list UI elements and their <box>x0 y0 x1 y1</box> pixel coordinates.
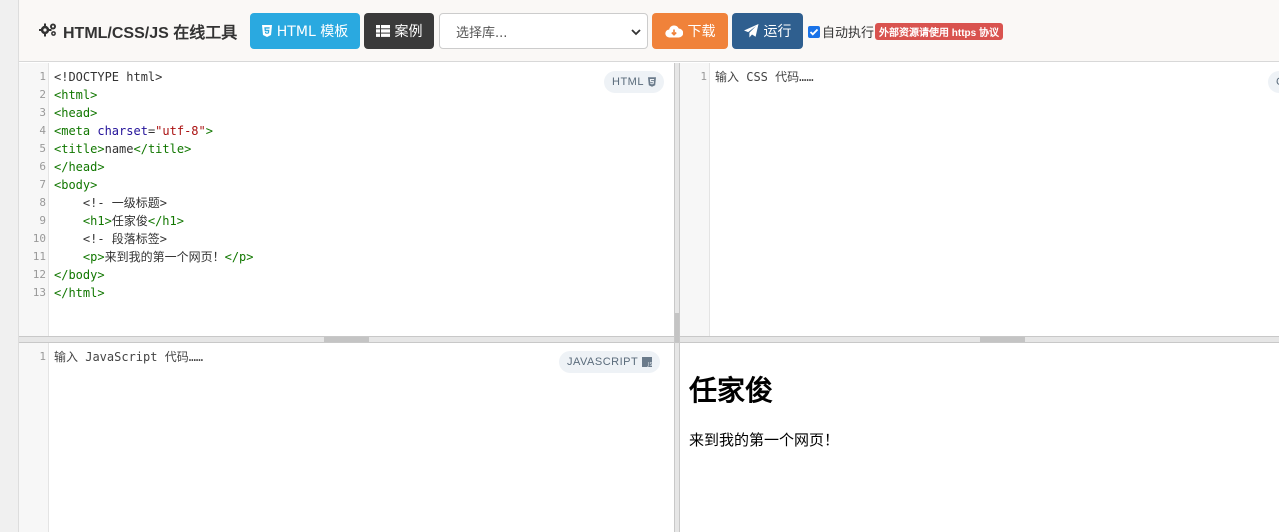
cases-button[interactable]: 案例 <box>364 13 434 49</box>
js-icon: JS <box>642 357 653 367</box>
auto-run-label: 自动执行 <box>822 26 875 41</box>
code-line[interactable]: <html> <box>54 86 254 104</box>
code-line[interactable]: <!- 段落标签> <box>54 230 254 248</box>
line-number-gutter: 1 <box>680 63 710 336</box>
splitter-handle[interactable] <box>980 337 1025 342</box>
html-code-area[interactable]: <!DOCTYPE html> <html> <head> <meta charset… <box>54 68 254 302</box>
line-number: 1 <box>39 70 46 83</box>
splitter-handle[interactable] <box>675 313 679 343</box>
horizontal-splitter-right[interactable] <box>680 336 1279 343</box>
js-placeholder[interactable]: 输入 JavaScript 代码…… <box>54 348 203 366</box>
line-number-gutter: 1 <box>19 343 49 532</box>
html5-icon <box>261 25 272 37</box>
preview-pane: 任家俊 来到我的第一个网页！ <box>680 343 1279 532</box>
line-number: 4 <box>39 124 46 137</box>
code-line[interactable]: <title>name</title> <box>54 140 254 158</box>
download-label: 下载 <box>687 24 716 40</box>
code-line[interactable]: <h1>任家俊</h1> <box>54 212 254 230</box>
run-label: 运行 <box>763 24 792 40</box>
line-number: 1 <box>39 350 46 363</box>
html-template-button[interactable]: HTML 模板 <box>250 13 360 49</box>
code-line[interactable]: </html> <box>54 284 254 302</box>
code-line[interactable]: <meta charset="utf-8"> <box>54 122 254 140</box>
code-line[interactable]: <head> <box>54 104 254 122</box>
table-icon <box>375 25 390 37</box>
paper-plane-icon <box>743 24 759 38</box>
html-lang-label: HTML <box>612 76 644 88</box>
run-button[interactable]: 运行 <box>732 13 803 49</box>
preview-heading: 任家俊 <box>689 374 774 407</box>
splitter-handle[interactable] <box>324 337 369 342</box>
preview-paragraph: 来到我的第一个网页！ <box>689 431 840 449</box>
js-lang-label: JAVASCRIPT <box>567 356 639 368</box>
line-number: 10 <box>32 232 46 245</box>
auto-run-toggle: 自动执行 外部资源请使用 https 协议 <box>808 22 1004 41</box>
line-number: 6 <box>39 160 46 173</box>
line-number: 8 <box>39 196 46 209</box>
library-select-value: 选择库... <box>456 25 508 41</box>
line-number: 13 <box>32 286 46 299</box>
cases-label: 案例 <box>394 24 423 40</box>
line-number: 1 <box>700 70 707 83</box>
code-line[interactable]: <p>来到我的第一个网页！</p> <box>54 248 254 266</box>
line-numbers: 1 <box>19 348 46 366</box>
html-editor-pane[interactable]: 1 2 3 4 5 6 7 8 9 10 11 12 13 <!DOCTYPE html> <html> <… <box>19 63 674 336</box>
cloud-download-icon <box>664 24 683 38</box>
html-lang-chip[interactable]: HTML <box>604 71 664 93</box>
line-number: 5 <box>39 142 46 155</box>
chevron-down-icon <box>631 26 641 41</box>
toolbar: HTML/CSS/JS 在线工具 HTML 模板 案例 选择库... 下载 运行… <box>19 0 1279 62</box>
code-line[interactable]: <!- 一级标题> <box>54 194 254 212</box>
https-notice-badge: 外部资源请使用 https 协议 <box>875 23 1004 40</box>
library-select[interactable]: 选择库... <box>439 13 648 49</box>
css-editor-pane[interactable]: 1 输入 CSS 代码…… C <box>680 63 1279 336</box>
code-line[interactable]: </body> <box>54 266 254 284</box>
line-number: 11 <box>32 250 46 263</box>
js-lang-chip[interactable]: JAVASCRIPT JS <box>559 351 661 373</box>
svg-text:JS: JS <box>647 362 653 367</box>
line-number: 3 <box>39 106 46 119</box>
line-number: 9 <box>39 214 46 227</box>
line-number: 12 <box>32 268 46 281</box>
code-line[interactable]: </head> <box>54 158 254 176</box>
app-title: HTML/CSS/JS 在线工具 <box>38 19 238 43</box>
line-numbers: 1 <box>680 68 707 86</box>
app-title-text: HTML/CSS/JS 在线工具 <box>63 25 238 42</box>
editor-app: HTML/CSS/JS 在线工具 HTML 模板 案例 选择库... 下载 运行… <box>18 0 1279 532</box>
horizontal-splitter-left[interactable] <box>19 336 674 343</box>
download-button[interactable]: 下载 <box>652 13 728 49</box>
line-number: 7 <box>39 178 46 191</box>
line-numbers: 1 2 3 4 5 6 7 8 9 10 11 12 13 <box>19 68 46 302</box>
html-template-label: HTML 模板 <box>276 24 349 40</box>
code-line[interactable]: <!DOCTYPE html> <box>54 68 254 86</box>
js-editor-pane[interactable]: 1 输入 JavaScript 代码…… JAVASCRIPT JS <box>19 343 674 532</box>
code-line[interactable]: <body> <box>54 176 254 194</box>
line-number: 2 <box>39 88 46 101</box>
gears-icon <box>38 22 58 41</box>
html5-icon <box>647 77 656 87</box>
css-lang-chip[interactable]: C <box>1268 71 1279 93</box>
css-placeholder[interactable]: 输入 CSS 代码…… <box>715 68 814 86</box>
line-number-gutter: 1 2 3 4 5 6 7 8 9 10 11 12 13 <box>19 63 49 336</box>
auto-run-checkbox[interactable] <box>808 25 820 38</box>
